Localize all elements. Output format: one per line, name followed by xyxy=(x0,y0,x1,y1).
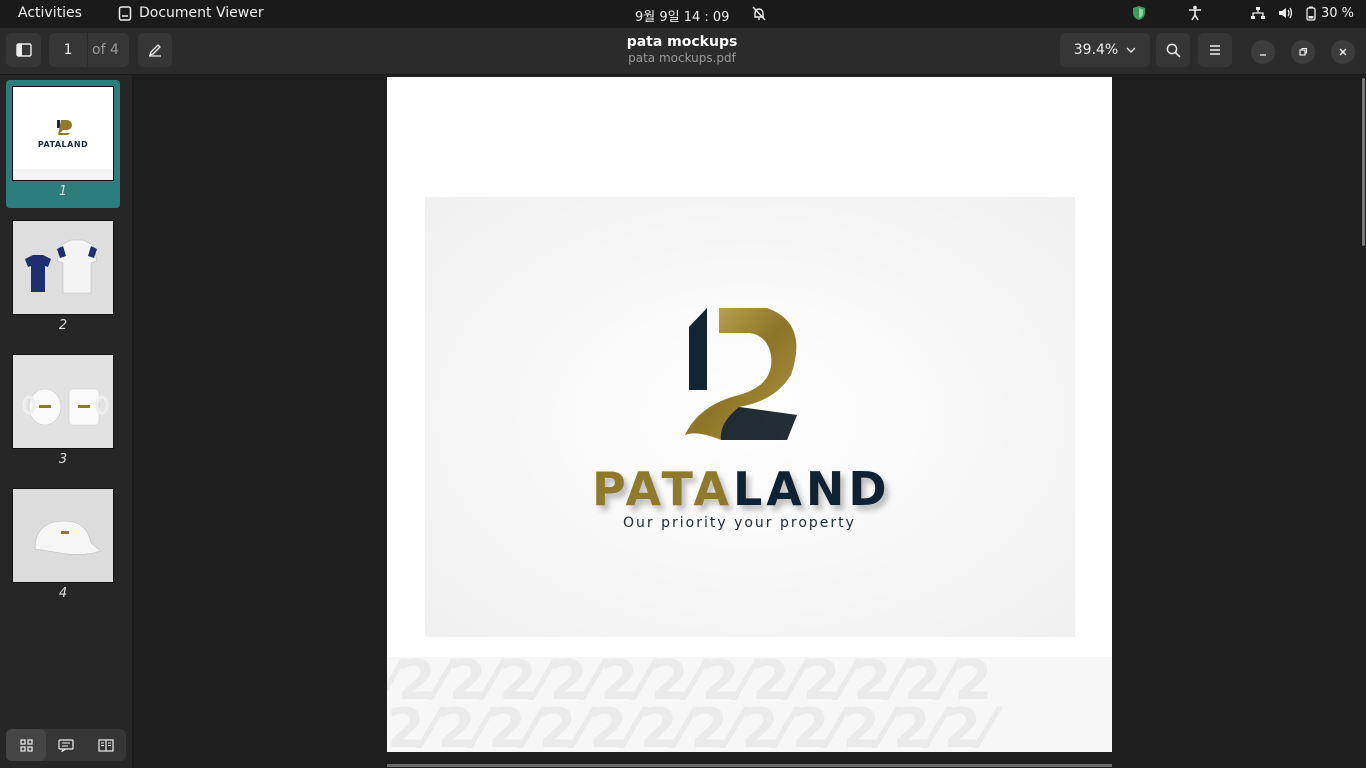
zoom-level: 39.4% xyxy=(1073,42,1119,58)
thumbnail-page-2[interactable]: 2 xyxy=(6,214,120,342)
volume-icon xyxy=(1278,7,1293,19)
restore-icon xyxy=(1299,47,1308,56)
system-tray[interactable]: 30 % xyxy=(1132,5,1354,21)
hamburger-icon xyxy=(1210,45,1220,55)
top-bar: Activities Document Viewer 9월 9일 14 : 09… xyxy=(0,0,1366,28)
outline-mode-button[interactable] xyxy=(86,729,126,761)
thumbnail-number: 1 xyxy=(58,184,68,199)
app-name: Document Viewer xyxy=(139,5,264,21)
thumbnail-image xyxy=(12,220,114,315)
clock[interactable]: 9월 9일 14 : 09 xyxy=(635,6,729,25)
thumbnail-image xyxy=(12,488,114,583)
minimize-button[interactable] xyxy=(1251,40,1275,64)
title-text: pata mockups xyxy=(626,34,738,50)
brand-part-pata: PATA xyxy=(592,462,733,516)
book-icon xyxy=(98,738,114,752)
header-bar: 1 of 4 pata mockups pata mockups.pdf 39.… xyxy=(0,28,1366,75)
document-viewer-icon xyxy=(118,5,132,21)
sidebar-mode-switcher xyxy=(6,729,126,761)
sidebar-icon xyxy=(15,43,32,57)
battery-percent: 30 % xyxy=(1320,5,1354,21)
thumbnails-mode-button[interactable] xyxy=(6,729,46,761)
zoom-selector[interactable]: 39.4% xyxy=(1060,33,1150,67)
grid-icon xyxy=(19,738,33,752)
chevron-down-icon xyxy=(1126,47,1136,53)
annotations-mode-button[interactable] xyxy=(46,729,86,761)
polo-shirts-mockup xyxy=(13,221,113,314)
document-page-1: PATALAND Our priority your property ⁄2⁄2… xyxy=(387,77,1112,752)
pataland-logo-mark xyxy=(685,308,797,440)
close-button[interactable] xyxy=(1331,40,1355,64)
page-selector[interactable]: 1 of 4 xyxy=(49,33,129,67)
thumbnail-page-1[interactable]: PATALAND 1 xyxy=(6,80,120,208)
brand-part-land: LAND xyxy=(732,462,891,516)
thumb-brand-text: PATALAND xyxy=(38,140,88,149)
minimize-icon xyxy=(1260,54,1266,56)
activities-button[interactable]: Activities xyxy=(18,5,82,21)
vertical-scrollbar[interactable] xyxy=(1362,78,1365,246)
thumbnail-number: 2 xyxy=(58,318,68,333)
thumbnail-image xyxy=(12,354,114,449)
thumbnail-number: 3 xyxy=(58,452,68,467)
page-total: of 4 xyxy=(92,42,119,58)
notifications-muted-icon[interactable] xyxy=(752,6,766,25)
document-view[interactable]: PATALAND Our priority your property ⁄2⁄2… xyxy=(133,75,1366,768)
cap-mockup xyxy=(13,489,113,582)
thumbnail-sidebar: PATALAND 1 2 3 4 xyxy=(0,75,133,768)
thumbnail-page-4[interactable]: 4 xyxy=(6,482,120,610)
annotate-button[interactable] xyxy=(138,33,172,67)
brand-tagline: Our priority your property xyxy=(623,515,856,531)
pattern-band: ⁄2⁄2⁄2⁄2⁄2⁄2⁄2⁄2⁄2⁄2⁄2⁄2 2⁄2⁄2⁄2⁄2⁄2⁄2⁄2⁄… xyxy=(387,657,1112,752)
current-page-input[interactable]: 1 xyxy=(49,33,88,67)
pencil-icon xyxy=(148,44,161,57)
subtitle-text: pata mockups.pdf xyxy=(628,51,736,65)
mugs-mockup xyxy=(13,355,113,448)
search-icon xyxy=(1166,43,1181,58)
horizontal-scrollbar[interactable] xyxy=(387,764,1112,767)
thumbnail-number: 4 xyxy=(58,586,68,601)
comment-icon xyxy=(58,738,74,752)
sidebar-toggle-button[interactable] xyxy=(6,33,41,67)
battery-icon xyxy=(1306,6,1316,21)
security-shield-icon xyxy=(1132,6,1145,20)
brand-name: PATALAND xyxy=(592,462,891,516)
pataland-logo-thumb: PATALAND xyxy=(13,87,113,180)
search-button[interactable] xyxy=(1156,33,1190,67)
app-menu[interactable]: Document Viewer xyxy=(118,5,264,21)
thumbnail-image: PATALAND xyxy=(12,86,114,181)
network-icon xyxy=(1250,7,1265,19)
document-title: pata mockups pata mockups.pdf xyxy=(532,34,832,65)
main-menu-button[interactable] xyxy=(1198,33,1232,67)
maximize-button[interactable] xyxy=(1291,40,1315,64)
accessibility-icon xyxy=(1188,5,1201,21)
close-icon xyxy=(1339,48,1347,56)
thumbnail-page-3[interactable]: 3 xyxy=(6,348,120,476)
